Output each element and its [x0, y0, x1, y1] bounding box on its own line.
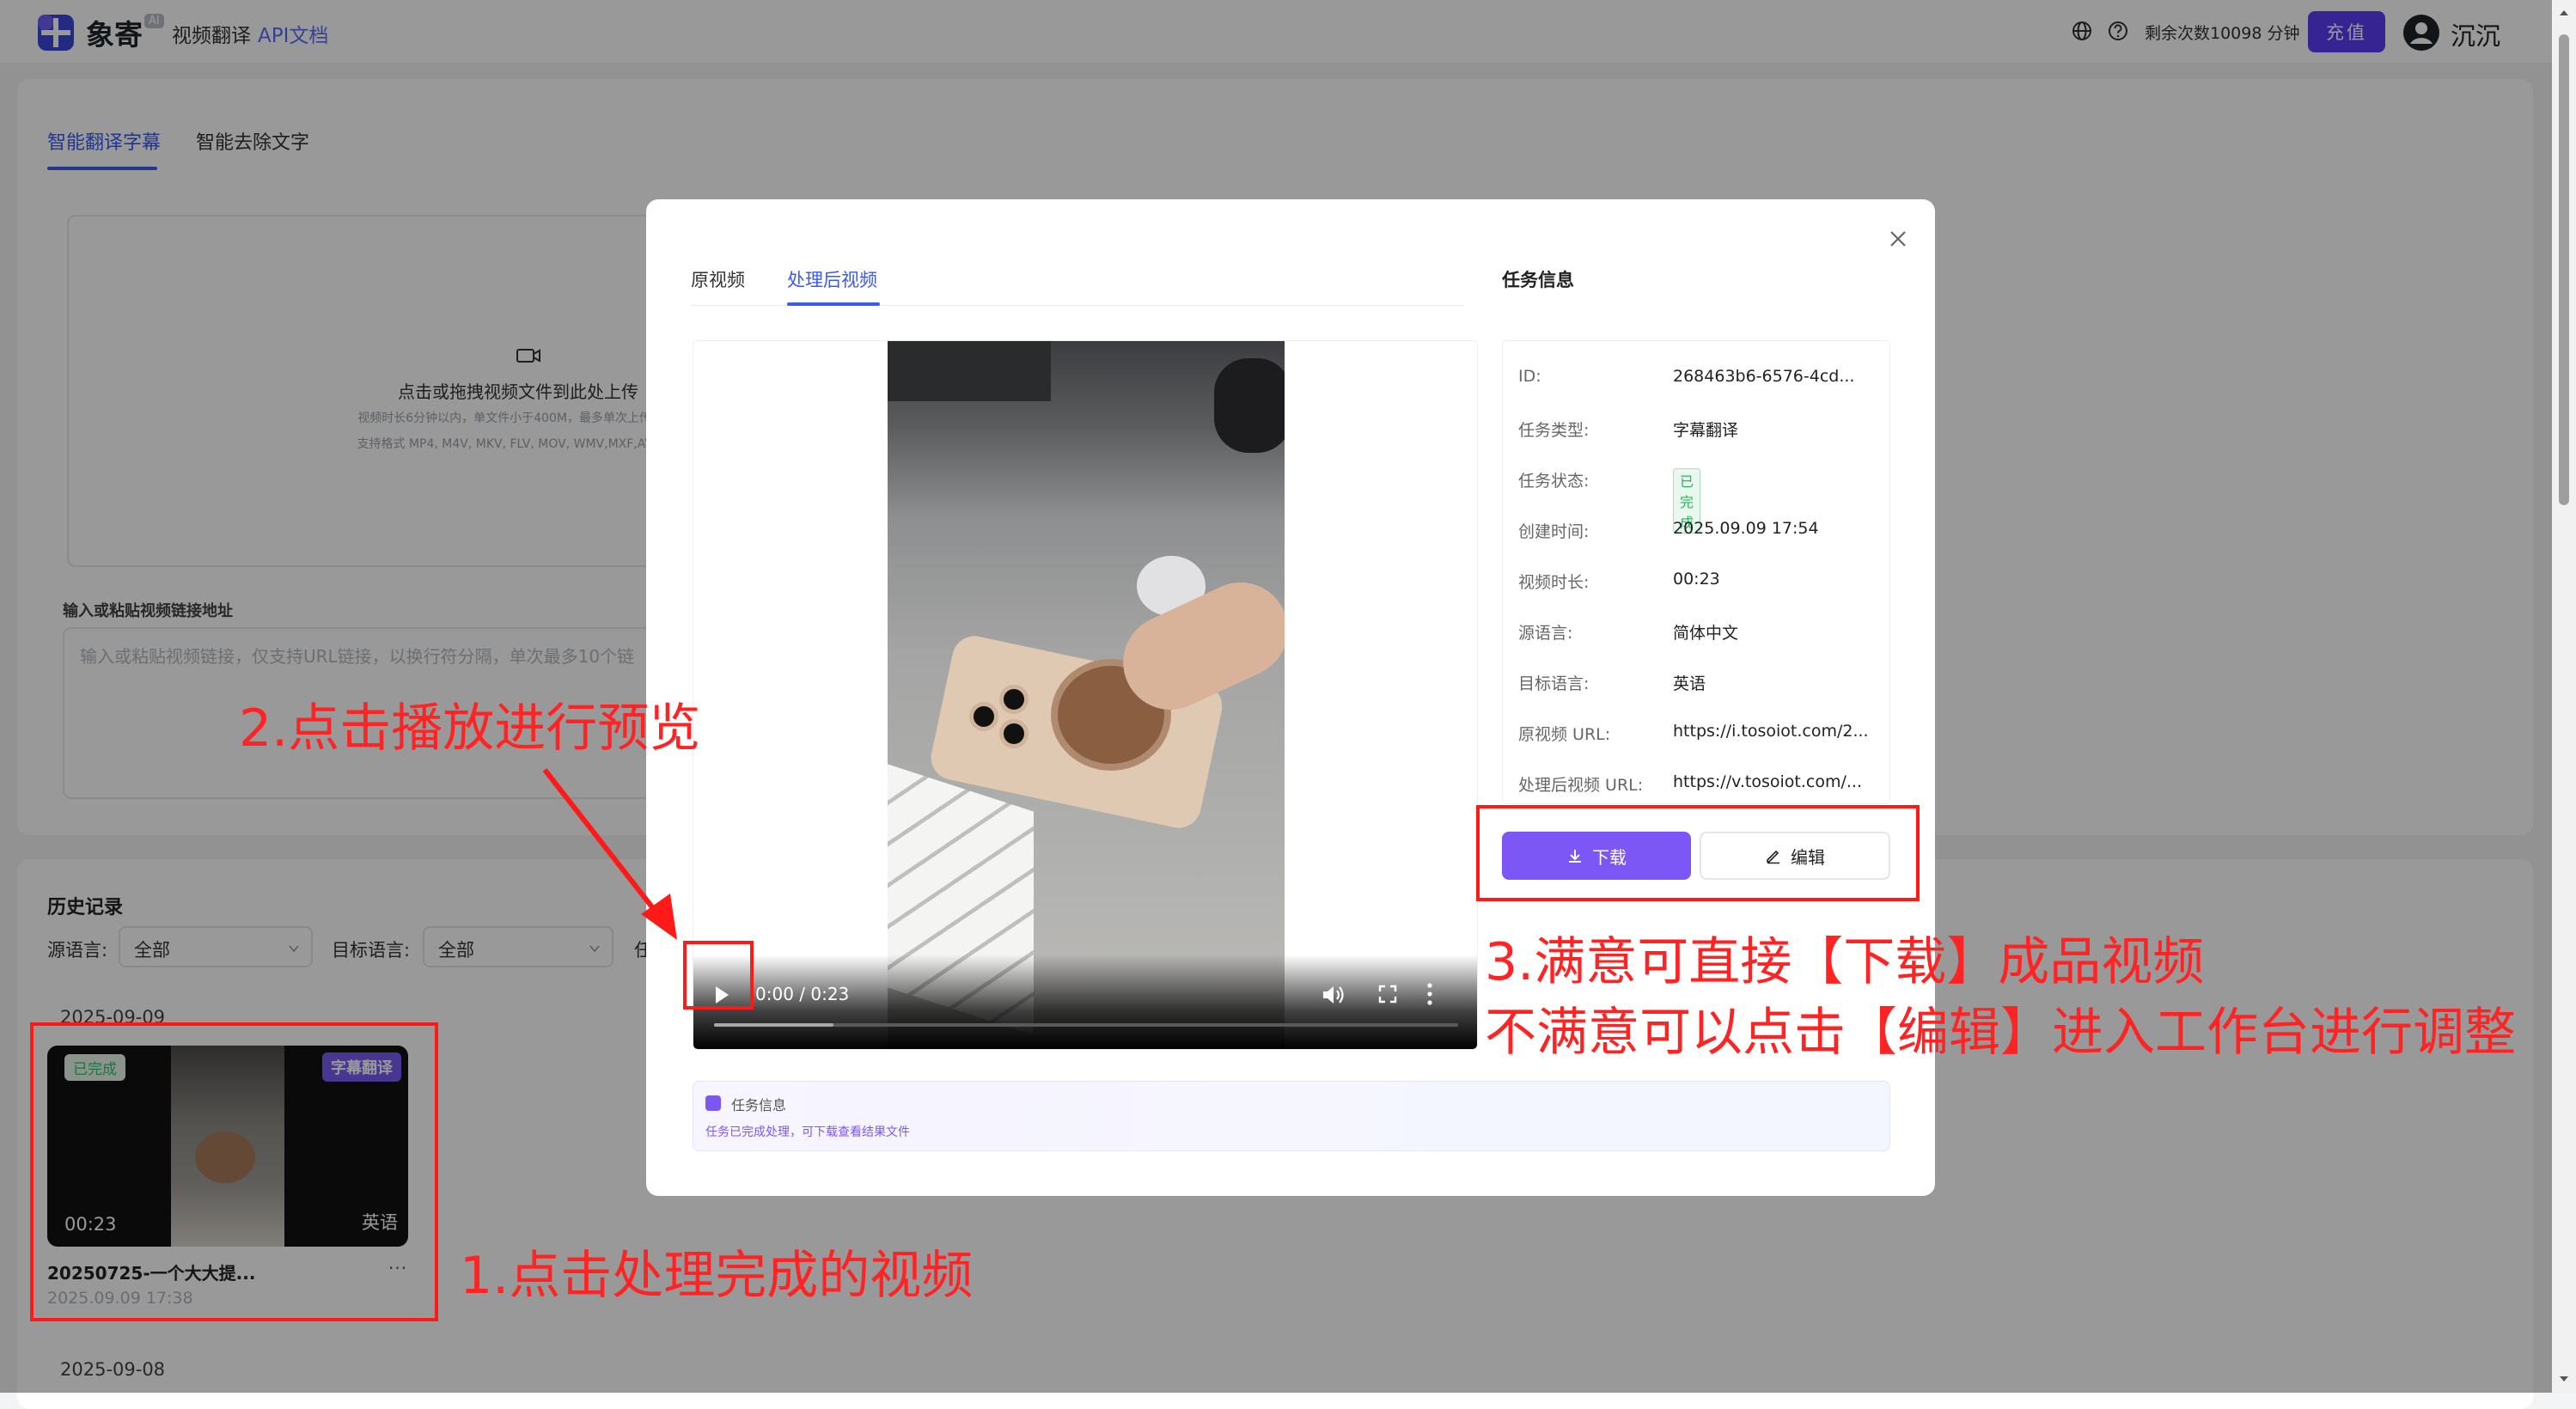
progress-bar[interactable] [714, 1023, 1458, 1027]
info-value: 00:23 [1673, 570, 1720, 589]
task-info-panel: ID: 268463b6-6576-4cd... 任务类型: 字幕翻译 任务状态… [1502, 340, 1890, 804]
info-row-target-lang: 目标语言: 英语 [1518, 671, 1706, 694]
info-key: 任务状态: [1518, 472, 1590, 491]
result-url-link[interactable]: https://v.tosoiot.com/... [1673, 772, 1862, 791]
info-value: 2025.09.09 17:54 [1673, 519, 1819, 538]
info-row-source-url: 原视频 URL: https://i.tosoiot.com/2... [1518, 722, 1869, 745]
annotation-step3-edit: 不满意可以点击【编辑】进入工作台进行调整 [1485, 1003, 2516, 1063]
volume-icon[interactable] [1321, 984, 1345, 1006]
task-note-banner: 任务信息 任务已完成处理，可下载查看结果文件 [693, 1081, 1890, 1151]
progress-buffered [714, 1023, 833, 1027]
annotation-step2: 2.点击播放进行预览 [239, 698, 701, 759]
annotation-box-buttons [1476, 805, 1920, 901]
scrollbar-thumb[interactable] [2559, 34, 2569, 505]
info-row-duration: 视频时长: 00:23 [1518, 570, 1720, 593]
tab-original-video[interactable]: 原视频 [691, 266, 745, 292]
tab-processed-video[interactable]: 处理后视频 [787, 266, 877, 292]
info-value: 英语 [1673, 674, 1706, 693]
close-icon[interactable] [1886, 227, 1910, 251]
info-row-type: 任务类型: 字幕翻译 [1518, 418, 1738, 441]
task-info-title: 任务信息 [1502, 270, 1574, 290]
annotation-box-video-card [30, 1022, 438, 1321]
playback-time: 0:00 / 0:23 [755, 984, 850, 1004]
info-key: 源语言: [1518, 624, 1573, 643]
source-url-link[interactable]: https://i.tosoiot.com/2... [1673, 722, 1869, 741]
info-key: 目标语言: [1518, 674, 1590, 693]
info-key: 原视频 URL: [1518, 725, 1611, 744]
info-value: 268463b6-6576-4cd... [1673, 367, 1855, 386]
more-vertical-icon[interactable] [1425, 982, 1434, 1006]
note-text: 任务已完成处理，可下载查看结果文件 [705, 1125, 910, 1139]
annotation-step1: 1.点击处理完成的视频 [460, 1246, 974, 1306]
scroll-up-icon[interactable] [2558, 7, 2570, 19]
fullscreen-icon[interactable] [1377, 984, 1398, 1004]
info-key: 处理后视频 URL: [1518, 776, 1644, 795]
info-key: 创建时间: [1518, 522, 1590, 541]
annotation-step3-download: 3.满意可直接【下载】成品视频 [1485, 932, 2205, 992]
info-key: 视频时长: [1518, 573, 1590, 592]
info-value: 简体中文 [1673, 624, 1739, 643]
annotation-arrow-icon [542, 768, 677, 940]
note-title: 任务信息 [731, 1097, 787, 1113]
info-value: 字幕翻译 [1673, 421, 1739, 440]
info-row-result-url: 处理后视频 URL: https://v.tosoiot.com/... [1518, 772, 1862, 796]
player-controls: 0:00 / 0:23 [693, 955, 1477, 1049]
annotation-box-play [683, 941, 754, 1009]
info-row-source-lang: 源语言: 简体中文 [1518, 620, 1738, 644]
info-row-created: 创建时间: 2025.09.09 17:54 [1518, 519, 1819, 542]
info-key: ID: [1518, 367, 1541, 386]
video-frame [888, 341, 1285, 1049]
active-tab-underline [787, 302, 880, 306]
scroll-down-icon[interactable] [2558, 1373, 2570, 1385]
info-row-status: 任务状态: 已完成 [1518, 468, 1701, 534]
info-key: 任务类型: [1518, 421, 1590, 440]
info-row-id: ID: 268463b6-6576-4cd... [1518, 367, 1854, 386]
chart-icon [705, 1095, 721, 1111]
video-player[interactable]: 0:00 / 0:23 [693, 340, 1478, 1050]
page-scrollbar[interactable] [2552, 0, 2576, 1393]
